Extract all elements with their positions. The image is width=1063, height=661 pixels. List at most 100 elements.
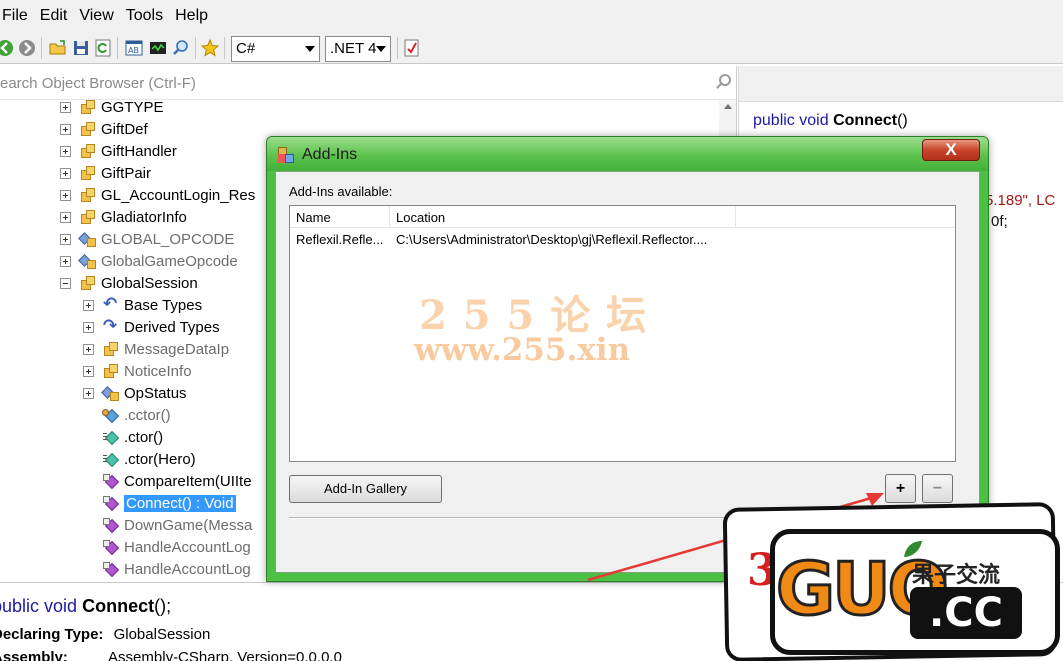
toolbar-separator (195, 37, 196, 59)
tree-node-label: CompareItem(UIIte (124, 472, 252, 490)
code-parens: () (897, 112, 908, 129)
remove-button[interactable]: − (922, 474, 953, 503)
analyzer-icon[interactable] (149, 39, 167, 57)
dialog-titlebar[interactable]: Add-Ins X (267, 137, 988, 171)
expand-icon[interactable] (60, 123, 71, 135)
toolbar-separator (117, 37, 118, 59)
tree-node[interactable]: MessageDataIp (83, 338, 229, 360)
declaring-type-link[interactable]: GlobalSession (114, 626, 211, 643)
desc-keyword-public: public (0, 596, 40, 616)
tree-node[interactable]: .ctor(Hero) (83, 448, 196, 470)
tree-node[interactable]: Derived Types (83, 316, 220, 338)
tree-node-label: GGTYPE (101, 98, 164, 116)
tree-node[interactable]: GlobalGameOpcode (60, 250, 238, 272)
tree-node-label: NoticeInfo (124, 362, 192, 380)
tree-node[interactable]: GLOBAL_OPCODE (60, 228, 234, 250)
tree-node[interactable]: GladiatorInfo (60, 206, 187, 228)
search-box[interactable]: earch Object Browser (Ctrl-F) (0, 66, 736, 100)
tree-node[interactable]: Connect() : Void (83, 492, 236, 514)
code-method-name: Connect (833, 112, 898, 129)
assembly-row: Assembly: Assembly-CSharp, Version=0.0.0… (0, 649, 342, 661)
logo-tld: .CC (910, 587, 1022, 639)
menu-view[interactable]: View (79, 7, 123, 25)
bookmark-star-icon[interactable] (201, 39, 219, 57)
search-input[interactable]: earch Object Browser (Ctrl-F) (0, 75, 196, 92)
tree-node-label: HandleAccountLog (124, 560, 251, 578)
menu-file[interactable]: File (2, 7, 38, 25)
list-item[interactable]: Reflexil.Refle... C:\Users\Administrator… (290, 229, 955, 251)
desc-rest: (); (154, 596, 172, 616)
method-icon (102, 517, 118, 533)
tree-node[interactable]: GiftDef (60, 118, 148, 140)
enum-icon (102, 385, 119, 401)
tree-node[interactable]: NoticeInfo (83, 360, 192, 382)
column-header-name[interactable]: Name (290, 206, 390, 228)
refresh-icon[interactable] (94, 39, 112, 57)
tree-node[interactable]: CompareItem(UIIte (83, 470, 252, 492)
tree-node-label: .ctor(Hero) (124, 450, 196, 468)
toolbar: AB C# .NET 4 (0, 32, 1063, 64)
expand-icon[interactable] (83, 321, 94, 333)
menu-edit[interactable]: Edit (40, 7, 78, 25)
checklist-icon[interactable] (403, 39, 421, 57)
framework-select[interactable]: .NET 4 (325, 36, 391, 62)
expand-icon[interactable] (83, 343, 94, 355)
tree-node[interactable]: GlobalSession (60, 272, 198, 294)
expand-icon[interactable] (83, 387, 94, 399)
close-button[interactable]: X (922, 139, 980, 161)
method-icon (102, 473, 118, 489)
tree-node[interactable]: GL_AccountLogin_Res (60, 184, 255, 206)
assembly-label: Assembly: (0, 649, 68, 661)
class-icon (79, 143, 95, 159)
tree-node[interactable]: Base Types (83, 294, 202, 316)
tree-node[interactable]: HandleAccountLog (83, 558, 251, 580)
expand-icon[interactable] (60, 233, 71, 245)
assembly-link[interactable]: Assembly-CSharp, Version=0.0.0.0 (108, 649, 342, 661)
expand-icon[interactable] (60, 255, 71, 267)
code-tab-strip (739, 66, 1063, 102)
enum-icon (79, 231, 96, 247)
collapse-icon[interactable] (60, 277, 71, 289)
menu-bar: File Edit View Tools Help (0, 0, 1063, 32)
add-in-gallery-button[interactable]: Add-In Gallery (289, 475, 442, 503)
open-folder-icon[interactable] (49, 39, 67, 57)
tree-node[interactable]: HandleAccountLog (83, 536, 251, 558)
search-icon[interactable] (719, 74, 731, 86)
tree-node[interactable]: GiftPair (60, 162, 151, 184)
derived-types-icon (102, 316, 118, 336)
tree-node[interactable]: GiftHandler (60, 140, 177, 162)
back-icon[interactable] (0, 39, 14, 57)
disassembler-icon[interactable]: AB (125, 39, 143, 57)
expand-icon[interactable] (83, 365, 94, 377)
toolbar-separator (41, 37, 42, 59)
scroll-up-icon[interactable] (724, 104, 732, 109)
tree-node[interactable]: GGTYPE (60, 96, 164, 118)
class-icon (79, 275, 95, 291)
expand-icon[interactable] (60, 145, 71, 157)
column-header-location[interactable]: Location (390, 206, 736, 228)
tree-node[interactable]: OpStatus (83, 382, 187, 404)
tree-node-label: MessageDataIp (124, 340, 230, 358)
tree-node-label: DownGame(Messa (124, 516, 253, 534)
add-in-name: Reflexil.Refle... (296, 232, 384, 247)
language-select[interactable]: C# (231, 36, 320, 62)
code-keyword-void: void (799, 112, 829, 129)
menu-tools[interactable]: Tools (126, 7, 173, 25)
expand-icon[interactable] (83, 299, 94, 311)
expand-icon[interactable] (60, 189, 71, 201)
expand-icon[interactable] (60, 167, 71, 179)
forward-icon[interactable] (18, 39, 36, 57)
base-types-icon (102, 294, 118, 314)
menu-help[interactable]: Help (175, 7, 218, 25)
add-in-location: C:\Users\Administrator\Desktop\gj\Reflex… (396, 232, 708, 247)
tree-node[interactable]: DownGame(Messa (83, 514, 252, 536)
search-icon[interactable] (172, 39, 190, 57)
expand-icon[interactable] (60, 101, 71, 113)
save-icon[interactable] (72, 39, 90, 57)
class-icon (102, 363, 118, 379)
tree-node[interactable]: .ctor() (83, 426, 163, 448)
tree-node[interactable]: .cctor() (83, 404, 171, 426)
expand-icon[interactable] (60, 211, 71, 223)
add-button[interactable]: + (885, 474, 916, 503)
add-ins-icon (278, 147, 294, 163)
